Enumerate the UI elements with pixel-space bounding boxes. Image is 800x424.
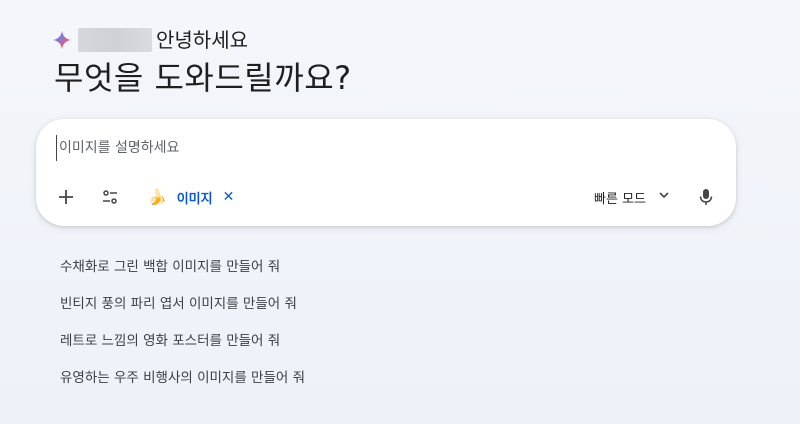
composer-toolbar-left: 🍌 이미지 ✕ (54, 181, 240, 213)
prompt-composer: 🍌 이미지 ✕ 빠른 모드 (36, 119, 736, 226)
composer-toolbar-right: 빠른 모드 (594, 181, 718, 213)
image-chip-label: 이미지 (176, 191, 213, 207)
close-icon[interactable]: ✕ (223, 189, 235, 205)
suggestion-item[interactable]: 수채화로 그린 백합 이미지를 만들어 줘 (60, 256, 660, 293)
gemini-home: 안녕하세요 무엇을 도와드릴까요? 🍌 이미지 ✕ (0, 0, 800, 424)
prompt-input[interactable] (56, 135, 699, 161)
mic-icon[interactable] (694, 185, 718, 209)
tools-icon[interactable] (98, 185, 122, 209)
suggestion-item[interactable]: 레트로 느낌의 영화 포스터를 만들어 줘 (60, 330, 660, 367)
user-name-redacted (78, 28, 152, 52)
greeting-hello: 안녕하세요 (156, 28, 248, 52)
greeting-row: 안녕하세요 (52, 26, 248, 54)
plus-icon[interactable] (54, 185, 78, 209)
suggestion-list: 수채화로 그린 백합 이미지를 만들어 줘 빈티지 풍의 파리 엽서 이미지를 … (60, 256, 660, 404)
chevron-down-icon (658, 189, 670, 205)
page-title: 무엇을 도와드릴까요? (54, 59, 352, 97)
suggestion-item[interactable]: 빈티지 풍의 파리 엽서 이미지를 만들어 줘 (60, 293, 660, 330)
gemini-spark-icon (52, 30, 72, 50)
mode-label: 빠른 모드 (594, 191, 646, 207)
image-tool-chip[interactable]: 🍌 이미지 ✕ (142, 183, 240, 211)
mode-selector[interactable]: 빠른 모드 (594, 188, 670, 207)
suggestion-item[interactable]: 유영하는 우주 비행사의 이미지를 만들어 줘 (60, 367, 660, 404)
banana-icon: 🍌 (148, 188, 167, 206)
